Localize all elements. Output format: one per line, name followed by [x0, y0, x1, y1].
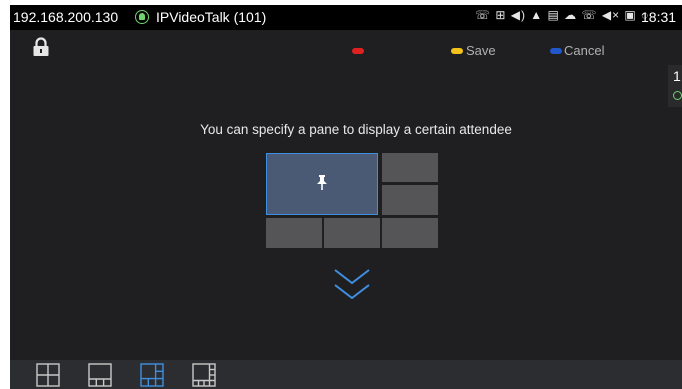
instruction-text: You can specify a pane to display a cert… — [200, 122, 512, 137]
save-button[interactable]: Save — [466, 43, 496, 58]
pane-right-top[interactable] — [382, 153, 438, 182]
layout-1-plus-3-icon[interactable] — [88, 363, 112, 387]
blue-key-icon — [550, 48, 562, 54]
pane-bottom-middle[interactable] — [324, 218, 380, 248]
app-name: IPVideoTalk (101) — [156, 9, 267, 25]
lock-icon[interactable] — [32, 37, 50, 57]
side-tab[interactable]: 1 — [668, 65, 682, 107]
screen: 192.168.200.130 IPVideoTalk (101) ☏ ⊞ ◀)… — [10, 5, 682, 389]
contact-circle-icon — [135, 10, 149, 24]
pane-main-selected[interactable] — [266, 153, 378, 215]
layout-bar — [10, 360, 682, 389]
status-icons: ☏ ⊞ ◀) ▲ ▤ ☁ ☏ ◀× ▣ ◌ — [475, 8, 650, 22]
yellow-key-icon — [451, 48, 463, 54]
layout-1-plus-7-icon[interactable] — [192, 363, 216, 387]
pane-bottom-right[interactable] — [382, 218, 438, 248]
pane-bottom-left[interactable] — [266, 218, 322, 248]
side-tab-number: 1 — [673, 68, 681, 84]
cancel-button[interactable]: Cancel — [564, 43, 604, 58]
pin-icon — [317, 175, 327, 190]
pane-right-middle[interactable] — [382, 185, 438, 215]
clock: 18:31 — [641, 9, 677, 25]
double-chevron-down-icon[interactable] — [333, 267, 371, 303]
layout-2x2-icon[interactable] — [36, 363, 60, 387]
status-icon — [673, 91, 682, 100]
red-key-icon[interactable] — [352, 48, 364, 54]
ip-address: 192.168.200.130 — [13, 9, 119, 25]
status-bar: 192.168.200.130 IPVideoTalk (101) ☏ ⊞ ◀)… — [10, 5, 682, 30]
layout-1-plus-5-icon[interactable] — [140, 363, 164, 387]
